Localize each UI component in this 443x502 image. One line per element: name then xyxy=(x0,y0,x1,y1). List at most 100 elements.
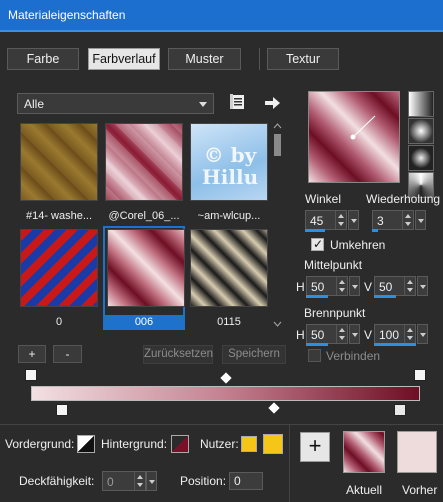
radial-style-button[interactable] xyxy=(408,145,434,171)
deckfaehigkeit-updown[interactable] xyxy=(134,472,145,490)
position-field[interactable]: 0 xyxy=(229,472,263,490)
thumb-label: 0 xyxy=(55,316,63,328)
vorher-swatch[interactable] xyxy=(397,431,437,473)
mittelpunkt-h-dropdown[interactable] xyxy=(349,276,360,296)
brennpunkt-h-spinner[interactable]: 50 xyxy=(306,324,348,344)
reset-button[interactable]: Zurücksetzen xyxy=(143,345,213,364)
tab-textur[interactable]: Textur xyxy=(267,48,339,70)
deckfaehigkeit-label: Deckfähigkeit: xyxy=(19,474,95,488)
gradient-color-stop-left[interactable] xyxy=(56,404,68,416)
brennpunkt-h-label: H xyxy=(296,328,305,342)
verbinden-checkbox[interactable] xyxy=(308,349,321,362)
mittelpunkt-v-label: V xyxy=(364,280,373,294)
hintergrund-label: Hintergrund: xyxy=(101,437,168,451)
vordergrund-swatch[interactable] xyxy=(77,435,95,453)
title-bar: Materialeigenschaften xyxy=(0,0,443,30)
title-underline xyxy=(0,30,443,32)
brennpunkt-v-updown[interactable] xyxy=(404,325,415,343)
brennpunkt-label: Brennpunkt xyxy=(304,306,366,320)
wiederholung-value: 3 xyxy=(377,214,384,228)
gradient-thumb-corel06[interactable] xyxy=(105,123,183,201)
nutzer-swatch-small[interactable] xyxy=(241,436,257,452)
tab-divider xyxy=(259,48,260,70)
vorher-label: Vorher xyxy=(402,483,438,497)
umkehren-label: Umkehren xyxy=(330,238,386,252)
gradient-top-midpoint[interactable] xyxy=(220,372,232,384)
gradient-top-stop-left[interactable] xyxy=(25,369,37,381)
preset-category-value: Alle xyxy=(24,97,45,111)
brennpunkt-h-updown[interactable] xyxy=(336,325,347,343)
tab-farbverlauf[interactable]: Farbverlauf xyxy=(88,48,160,70)
brennpunkt-v-spinner[interactable]: 100 xyxy=(374,324,416,344)
brennpunkt-v-value: 100 xyxy=(379,328,400,342)
rectangular-style-button[interactable] xyxy=(408,118,434,144)
winkel-updown[interactable] xyxy=(335,211,346,229)
winkel-dropdown[interactable] xyxy=(348,210,359,230)
remove-preset-button[interactable]: - xyxy=(53,345,82,363)
mittelpunkt-v-updown[interactable] xyxy=(404,277,415,295)
linear-style-button[interactable] xyxy=(408,91,434,117)
gradient-thumb-amwlcup[interactable]: © by Hillu xyxy=(190,123,268,201)
gradient-thumb-washed[interactable] xyxy=(20,123,98,201)
gradient-bar[interactable] xyxy=(31,386,420,401)
thumb-label: 0115 xyxy=(217,316,241,328)
nutzer-label: Nutzer: xyxy=(200,437,239,451)
deckfaehigkeit-spinner[interactable]: 0 xyxy=(102,471,146,491)
wiederholung-label: Wiederholung xyxy=(366,192,441,206)
brennpunkt-v-dropdown[interactable] xyxy=(417,324,428,344)
aktuell-label: Aktuell xyxy=(346,483,383,497)
winkel-slider[interactable] xyxy=(305,229,325,232)
add-swatch-button[interactable]: + xyxy=(300,432,330,462)
mittelpunkt-v-spinner[interactable]: 50 xyxy=(374,276,416,296)
gradient-color-midpoint[interactable] xyxy=(268,402,280,414)
preset-category-select[interactable]: Alle xyxy=(17,93,214,114)
mittelpunkt-h-slider[interactable] xyxy=(306,295,328,298)
wiederholung-slider[interactable] xyxy=(372,229,378,232)
gradient-preview[interactable] xyxy=(308,91,400,183)
mittelpunkt-v-slider[interactable] xyxy=(374,295,396,298)
tab-muster[interactable]: Muster xyxy=(168,48,241,70)
brennpunkt-h-slider[interactable] xyxy=(306,343,328,346)
deckfaehigkeit-dropdown[interactable] xyxy=(146,471,157,491)
hintergrund-swatch[interactable] xyxy=(171,435,189,453)
tab-farbe[interactable]: Farbe xyxy=(7,48,79,70)
mittelpunkt-h-label: H xyxy=(296,280,305,294)
brennpunkt-h-dropdown[interactable] xyxy=(349,324,360,344)
thumb-label: #14- washe... xyxy=(25,210,93,222)
winkel-value: 45 xyxy=(310,214,324,228)
gradient-color-stop-right[interactable] xyxy=(394,404,406,416)
gallery-scrollbar[interactable] xyxy=(272,122,283,330)
bottom-divider xyxy=(0,424,443,425)
thumb-label: @Corel_06_... xyxy=(108,210,180,222)
preset-library-icon[interactable] xyxy=(229,93,247,111)
thumb-label: ~am-wlcup... xyxy=(197,210,261,222)
wiederholung-spinner[interactable]: 3 xyxy=(372,210,414,230)
save-button[interactable]: Speichern xyxy=(222,345,286,364)
aktuell-swatch[interactable] xyxy=(343,431,385,473)
gradient-thumb-006[interactable] xyxy=(107,229,185,307)
gradient-top-stop-right[interactable] xyxy=(414,369,426,381)
mittelpunkt-v-value: 50 xyxy=(379,280,393,294)
thumb-watermark: © by Hillu xyxy=(201,143,259,189)
winkel-spinner[interactable]: 45 xyxy=(305,210,347,230)
gradient-thumb-0115[interactable] xyxy=(190,229,268,307)
wiederholung-dropdown[interactable] xyxy=(415,210,426,230)
brennpunkt-h-value: 50 xyxy=(311,328,325,342)
gradient-thumb-0[interactable] xyxy=(20,229,98,307)
wiederholung-updown[interactable] xyxy=(402,211,413,229)
mittelpunkt-v-dropdown[interactable] xyxy=(417,276,428,296)
window-title: Materialeigenschaften xyxy=(8,8,126,22)
add-preset-button[interactable]: + xyxy=(18,345,46,363)
arrow-right-icon[interactable] xyxy=(263,94,281,112)
vordergrund-label: Vordergrund: xyxy=(5,437,75,451)
mittelpunkt-h-value: 50 xyxy=(311,280,325,294)
chevron-down-icon xyxy=(199,102,207,107)
verbinden-label: Verbinden xyxy=(326,349,381,363)
brennpunkt-v-slider[interactable] xyxy=(374,343,416,346)
scrollbar-thumb[interactable] xyxy=(274,134,281,156)
mittelpunkt-h-spinner[interactable]: 50 xyxy=(306,276,348,296)
mittelpunkt-h-updown[interactable] xyxy=(336,277,347,295)
umkehren-checkbox[interactable] xyxy=(311,237,324,251)
nutzer-swatch[interactable] xyxy=(263,434,283,454)
winkel-label: Winkel xyxy=(305,192,342,206)
